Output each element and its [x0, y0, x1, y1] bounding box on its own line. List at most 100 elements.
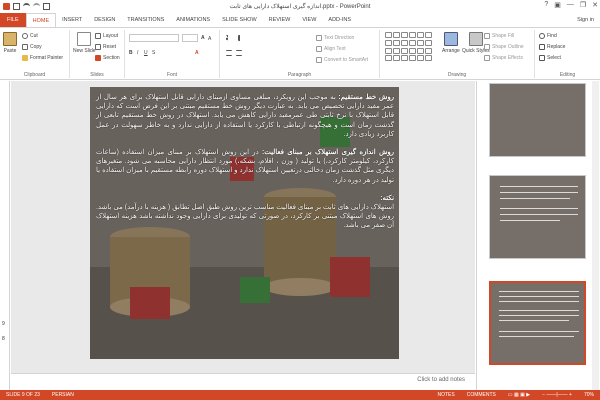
editing-group: Find Replace Select Editing — [535, 30, 600, 78]
zoom-level[interactable]: 70% — [578, 392, 600, 398]
slide-body-text[interactable]: روش خط مستقیم: به موجب این رویکرد، مبلغی… — [96, 93, 394, 231]
section-button[interactable]: Section — [95, 55, 120, 61]
shapes-gallery[interactable] — [385, 32, 433, 62]
status-bar: SLIDE 9 OF 23 PERSIAN NOTES COMMENTS ▭ ▦… — [0, 390, 600, 400]
bullets-button[interactable] — [226, 35, 232, 41]
close-button[interactable]: ✕ — [592, 1, 598, 9]
cursor-icon — [539, 55, 545, 61]
arrange-button[interactable]: Arrange — [442, 32, 460, 54]
layout-button[interactable]: Layout — [95, 33, 118, 39]
replace-button[interactable]: Replace — [539, 44, 565, 50]
tab-slide-show[interactable]: SLIDE SHOW — [216, 13, 263, 27]
slide-thumbnail-8[interactable] — [489, 175, 586, 259]
text-direction-button[interactable]: Text Direction — [316, 35, 354, 41]
align-left-button[interactable] — [226, 50, 232, 56]
font-name-box[interactable] — [129, 34, 179, 42]
help-button[interactable]: ? — [544, 1, 548, 9]
tab-design[interactable]: DESIGN — [88, 13, 121, 27]
view-buttons[interactable]: ▭ ▦ ▣ ▶ — [502, 392, 536, 398]
format-painter-button[interactable]: Format Painter — [22, 55, 63, 61]
left-pane-number-9: 9 — [2, 321, 5, 327]
shape-effects-button[interactable]: Shape Effects — [484, 55, 523, 61]
align-center-button[interactable] — [236, 50, 242, 56]
paragraph-straight-line: روش خط مستقیم: به موجب این رویکرد، مبلغی… — [96, 94, 394, 138]
slide-thumbnail-7[interactable] — [489, 83, 586, 157]
font-size-box[interactable] — [182, 34, 198, 42]
tab-add-ins[interactable]: ADD-INS — [322, 13, 357, 27]
shadow-button[interactable]: S — [152, 50, 155, 56]
slide-thumbnail-9[interactable] — [489, 281, 586, 365]
cut-button[interactable]: Cut — [22, 33, 38, 39]
brush-icon — [22, 55, 28, 61]
tab-insert[interactable]: INSERT — [56, 13, 88, 27]
comments-button[interactable]: COMMENTS — [461, 392, 502, 398]
convert-smartart-button[interactable]: Convert to SmartArt — [316, 57, 368, 63]
minimize-button[interactable]: — — [567, 1, 574, 9]
collapsed-outline-pane[interactable]: 9 8 — [0, 81, 10, 390]
new-slide-icon — [77, 32, 92, 46]
font-grow-button[interactable]: A — [201, 35, 205, 41]
ribbon-tabs: FILE HOME INSERT DESIGN TRANSITIONS ANIM… — [0, 13, 600, 27]
thumbnails-scrollbar[interactable] — [592, 81, 599, 390]
slide-thumbnails-pane: 8 9 10 — [476, 81, 600, 390]
sign-in-link[interactable]: Sign in — [577, 17, 594, 23]
paragraph-label: Paragraph — [287, 72, 312, 78]
select-button[interactable]: Select — [539, 55, 561, 61]
align-text-button[interactable]: Align Text — [316, 46, 346, 52]
pen-icon — [484, 44, 490, 50]
numbering-button[interactable] — [238, 35, 244, 41]
align-center-icon — [236, 50, 242, 56]
notes-pane[interactable]: Click to add notes — [11, 373, 475, 390]
paste-button[interactable]: Paste — [3, 32, 17, 54]
tab-transitions[interactable]: TRANSITIONS — [121, 13, 170, 27]
notes-button[interactable]: NOTES — [431, 392, 460, 398]
slides-label: Slides — [90, 72, 104, 78]
find-button[interactable]: Find — [539, 33, 557, 39]
restore-button[interactable]: ❐ — [580, 1, 586, 9]
align-left-icon — [226, 50, 232, 56]
language-indicator[interactable]: PERSIAN — [46, 392, 80, 398]
new-slide-button[interactable]: New Slide — [73, 32, 96, 54]
reset-icon — [95, 44, 101, 50]
paragraph-group: Text Direction Align Text Convert to Sma… — [220, 30, 380, 78]
quick-styles-icon — [468, 32, 483, 46]
ribbon: Paste Cut Copy Format Painter Clipboard … — [0, 27, 600, 80]
layout-icon — [95, 33, 101, 39]
bullets-icon — [226, 35, 232, 41]
tab-home[interactable]: HOME — [25, 13, 57, 27]
shape-outline-button[interactable]: Shape Outline — [484, 44, 524, 50]
tab-review[interactable]: REVIEW — [263, 13, 297, 27]
scissors-icon — [22, 33, 28, 39]
paint-bucket-icon — [484, 33, 490, 39]
tab-animations[interactable]: ANIMATIONS — [170, 13, 216, 27]
text-direction-icon — [316, 35, 322, 41]
font-shrink-button[interactable]: A — [208, 36, 211, 42]
numbering-icon — [238, 35, 244, 41]
paragraph-note: نکته: استهلاک دارایی های ثابت بر مبنای فع… — [96, 194, 394, 230]
smartart-icon — [316, 57, 322, 63]
copy-button[interactable]: Copy — [22, 44, 42, 50]
slides-group: New Slide Layout Reset Section Slides — [70, 30, 125, 78]
copy-icon — [22, 44, 28, 50]
current-slide[interactable]: روش خط مستقیم: به موجب این رویکرد، مبلغی… — [90, 87, 399, 359]
clipboard-label: Clipboard — [23, 72, 46, 78]
underline-button[interactable]: U — [144, 50, 148, 56]
notes-placeholder: Click to add notes — [417, 377, 465, 383]
ribbon-options-icon[interactable]: ▣ — [554, 1, 561, 9]
left-pane-number-8: 8 — [2, 336, 5, 342]
tab-file[interactable]: FILE — [0, 13, 26, 27]
title-bar: اندازه گیری استهلاک دارایی های ثابت.pptx… — [0, 0, 600, 13]
reset-button[interactable]: Reset — [95, 44, 116, 50]
bold-button[interactable]: B — [129, 50, 133, 56]
tab-view[interactable]: VIEW — [296, 13, 322, 27]
font-color-button[interactable]: A — [195, 50, 199, 56]
shape-fill-button[interactable]: Shape Fill — [484, 33, 514, 39]
section-icon — [95, 55, 101, 61]
drawing-label: Drawing — [447, 72, 467, 78]
align-text-icon — [316, 46, 322, 52]
clipboard-group: Paste Cut Copy Format Painter Clipboard — [0, 30, 70, 78]
heading-straight-line: روش خط مستقیم: — [338, 94, 394, 101]
window-title: اندازه گیری استهلاک دارایی های ثابت.pptx… — [229, 4, 371, 10]
zoom-slider[interactable]: − ——|—— + — [536, 392, 578, 398]
italic-button[interactable]: I — [137, 50, 138, 56]
